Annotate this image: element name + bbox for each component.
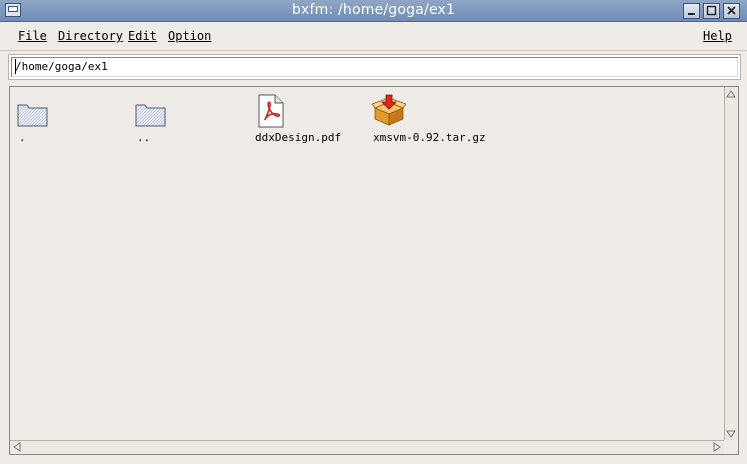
menu-edit[interactable]: Edit (128, 29, 157, 43)
menu-help[interactable]: Help (703, 29, 732, 43)
path-value: /home/goga/ex1 (15, 60, 108, 73)
file-item-archive[interactable] (371, 94, 407, 130)
menu-directory[interactable]: Directory (58, 29, 123, 43)
horizontal-scrollbar[interactable] (10, 440, 724, 454)
menu-option[interactable]: Option (168, 29, 211, 43)
maximize-button[interactable] (703, 3, 720, 19)
menu-bar: File Directory Edit Option Help (0, 22, 747, 51)
minimize-icon (688, 13, 695, 15)
file-item-current-dir[interactable] (17, 101, 49, 131)
menu-file[interactable]: File (18, 29, 47, 43)
folder-icon (135, 104, 166, 127)
file-name: ddxDesign.pdf (255, 131, 342, 144)
close-button[interactable] (723, 3, 740, 19)
window-title: bxfm: /home/goga/ex1 (291, 2, 456, 18)
pdf-file-icon (258, 94, 284, 128)
maximize-icon (706, 5, 717, 16)
scroll-corner (724, 440, 738, 454)
scroll-down-icon[interactable] (725, 428, 737, 440)
title-bar[interactable]: bxfm: /home/goga/ex1 (0, 0, 747, 22)
file-name: xmsvm-0.92.tar.gz (373, 131, 486, 144)
vertical-scrollbar[interactable] (724, 87, 738, 441)
menu-directory-label: Directory (58, 29, 124, 43)
menu-option-label: Option (168, 29, 212, 43)
menu-file-label: File (18, 29, 47, 43)
close-icon (727, 6, 736, 15)
menu-edit-label: Edit (128, 29, 157, 43)
menu-help-label: Help (703, 29, 732, 43)
file-name: .. (137, 131, 151, 144)
scroll-right-icon[interactable] (711, 441, 723, 453)
file-name: . (19, 131, 26, 144)
folder-icon (17, 104, 48, 127)
file-item-pdf[interactable] (257, 94, 285, 132)
file-view[interactable]: . .. ddxDesign.pdf xmsvm-0.92.tar.gz (9, 86, 739, 455)
file-item-parent-dir[interactable] (135, 101, 167, 131)
scroll-left-icon[interactable] (11, 441, 23, 453)
archive-package-icon (371, 94, 407, 126)
scroll-up-icon[interactable] (725, 88, 737, 100)
minimize-button[interactable] (683, 3, 700, 19)
path-input[interactable]: /home/goga/ex1 (8, 54, 741, 80)
